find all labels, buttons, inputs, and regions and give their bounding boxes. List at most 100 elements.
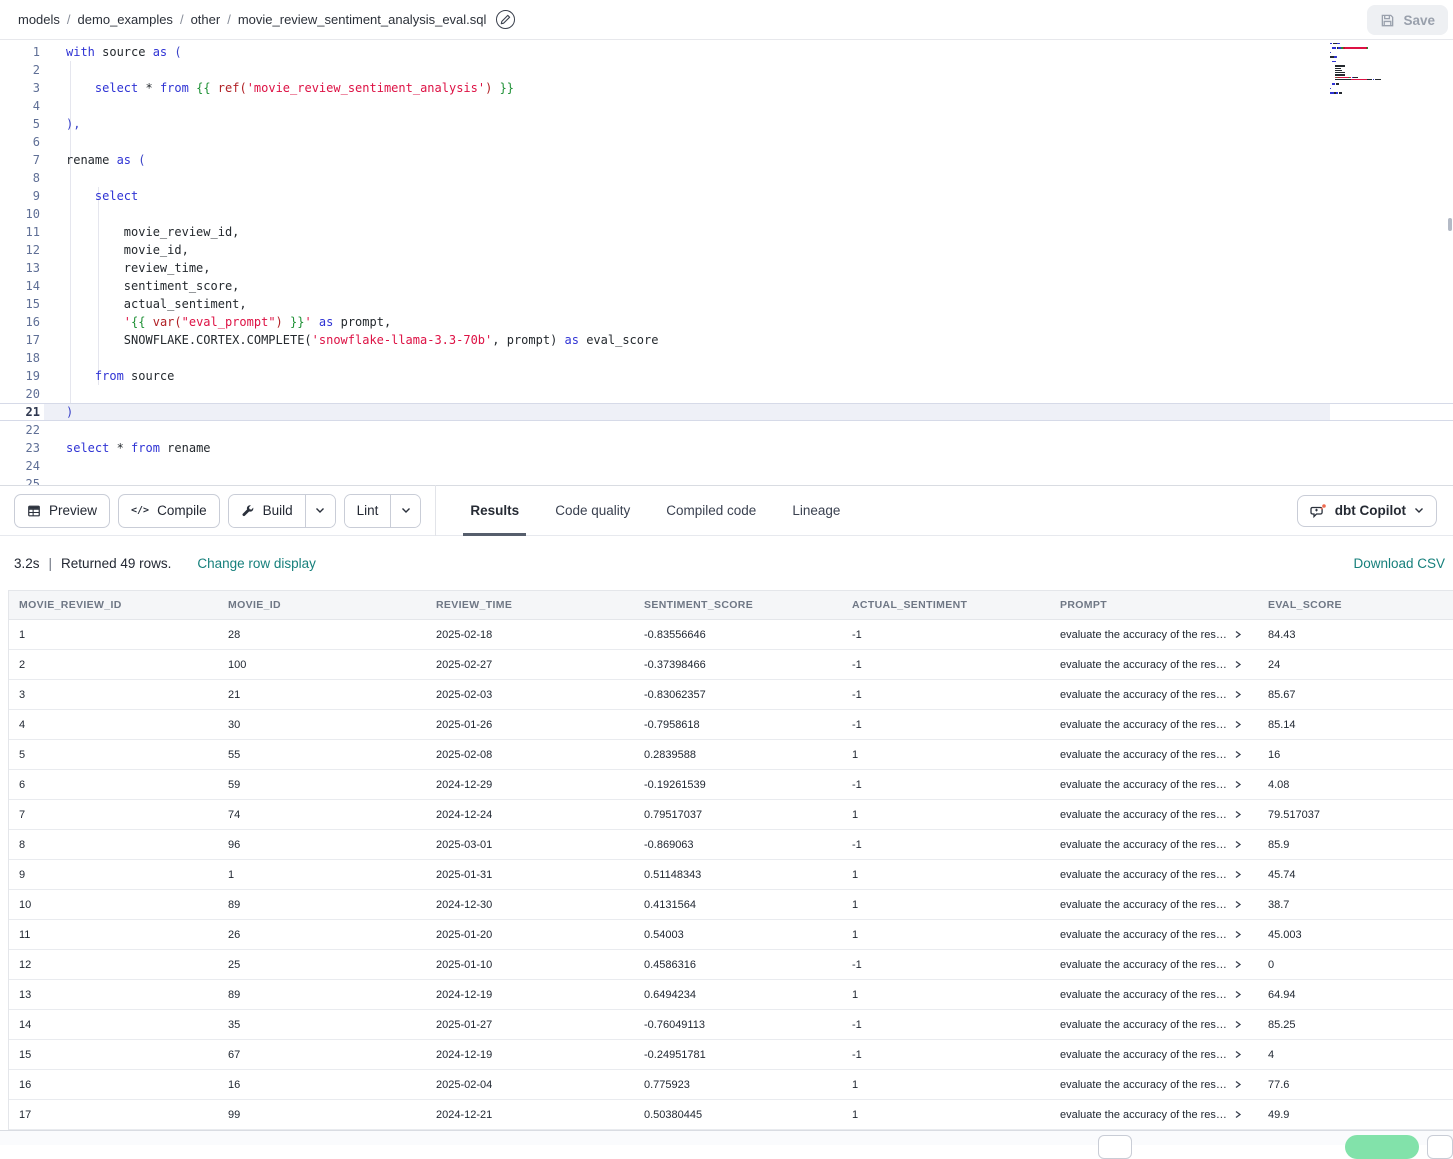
cell-movie-review-id: 16 [9, 1079, 218, 1091]
table-row: 15672024-12-19-0.24951781-1evaluate the … [9, 1040, 1453, 1070]
cell-movie-id: 21 [218, 689, 426, 701]
table-row: 17992024-12-210.503804451evaluate the ac… [9, 1100, 1453, 1130]
prompt-expand-icon[interactable] [1234, 960, 1242, 969]
preview-button[interactable]: Preview [14, 494, 110, 528]
line-number: 4 [0, 97, 40, 115]
cell-eval-score: 77.6 [1258, 1079, 1453, 1091]
cell-eval-score: 45.003 [1258, 929, 1453, 941]
tab-code-quality[interactable]: Code quality [537, 485, 648, 536]
cell-review-time: 2025-03-01 [426, 839, 634, 851]
column-header-actual-sentiment[interactable]: ACTUAL_SENTIMENT [842, 599, 1050, 611]
tab-results[interactable]: Results [452, 485, 537, 536]
prompt-expand-icon[interactable] [1234, 690, 1242, 699]
build-dropdown-button[interactable] [305, 495, 335, 527]
results-table: MOVIE_REVIEW_IDMOVIE_IDREVIEW_TIMESENTIM… [8, 590, 1453, 1130]
prompt-expand-icon[interactable] [1234, 660, 1242, 669]
cell-movie-id: 100 [218, 659, 426, 671]
table-row: 16162025-02-040.7759231evaluate the accu… [9, 1070, 1453, 1100]
code-line: 25 [0, 475, 1453, 485]
dbt-copilot-button[interactable]: dbt Copilot [1297, 495, 1437, 527]
code-line: 21) [0, 403, 1453, 421]
cell-eval-score: 0 [1258, 959, 1453, 971]
cell-movie-review-id: 8 [9, 839, 218, 851]
prompt-expand-icon[interactable] [1234, 1020, 1242, 1029]
cell-review-time: 2025-01-26 [426, 719, 634, 731]
cell-prompt: evaluate the accuracy of the res… [1050, 929, 1258, 941]
prompt-expand-icon[interactable] [1234, 900, 1242, 909]
breadcrumb-segment[interactable]: models [18, 12, 60, 27]
column-header-movie-review-id[interactable]: MOVIE_REVIEW_ID [9, 599, 218, 611]
prompt-expand-icon[interactable] [1234, 780, 1242, 789]
editor-scrollbar-thumb[interactable] [1448, 218, 1452, 231]
bottom-bar-status-pill[interactable] [1345, 1135, 1419, 1159]
cell-review-time: 2025-02-03 [426, 689, 634, 701]
tab-lineage[interactable]: Lineage [774, 485, 858, 536]
code-line: 12 movie_id, [0, 241, 1453, 259]
cell-actual-sentiment: 1 [842, 749, 1050, 761]
copilot-edit-icon[interactable] [496, 10, 515, 29]
table-row: 12252025-01-100.4586316-1evaluate the ac… [9, 950, 1453, 980]
code-line: 1with source as ( [0, 43, 1453, 61]
cell-eval-score: 84.43 [1258, 629, 1453, 641]
prompt-expand-icon[interactable] [1234, 630, 1242, 639]
cell-prompt: evaluate the accuracy of the res… [1050, 839, 1258, 851]
bottom-bar-button[interactable] [1098, 1135, 1132, 1159]
lint-label: Lint [357, 503, 379, 518]
prompt-expand-icon[interactable] [1234, 930, 1242, 939]
compile-button[interactable]: </> Compile [118, 494, 220, 528]
minimap[interactable] [1330, 43, 1442, 99]
cell-movie-id: 35 [218, 1019, 426, 1031]
cell-movie-id: 30 [218, 719, 426, 731]
cell-movie-id: 26 [218, 929, 426, 941]
save-icon [1380, 13, 1395, 28]
cell-movie-review-id: 10 [9, 899, 218, 911]
code-line: 11 movie_review_id, [0, 223, 1453, 241]
cell-review-time: 2025-02-27 [426, 659, 634, 671]
bottom-bar-button[interactable] [1427, 1135, 1453, 1159]
code-editor[interactable]: 1with source as (23 select * from {{ ref… [0, 40, 1453, 485]
code-line: 14 sentiment_score, [0, 277, 1453, 295]
line-number: 19 [0, 367, 40, 385]
prompt-expand-icon[interactable] [1234, 870, 1242, 879]
prompt-expand-icon[interactable] [1234, 720, 1242, 729]
prompt-expand-icon[interactable] [1234, 840, 1242, 849]
breadcrumb-segment[interactable]: movie_review_sentiment_analysis_eval.sql [238, 12, 487, 27]
prompt-expand-icon[interactable] [1234, 1050, 1242, 1059]
cell-movie-review-id: 4 [9, 719, 218, 731]
prompt-expand-icon[interactable] [1234, 1110, 1242, 1119]
cell-sentiment-score: 0.54003 [634, 929, 842, 941]
prompt-preview-text: evaluate the accuracy of the res… [1060, 869, 1227, 881]
column-header-prompt[interactable]: PROMPT [1050, 599, 1258, 611]
cell-eval-score: 79.517037 [1258, 809, 1453, 821]
column-header-eval-score[interactable]: EVAL_SCORE [1258, 599, 1453, 611]
lint-split-button: Lint [344, 494, 422, 528]
column-header-movie-id[interactable]: MOVIE_ID [218, 599, 426, 611]
breadcrumb-separator: / [227, 12, 231, 27]
line-number: 22 [0, 421, 40, 439]
cell-actual-sentiment: -1 [842, 839, 1050, 851]
prompt-preview-text: evaluate the accuracy of the res… [1060, 659, 1227, 671]
line-number: 9 [0, 187, 40, 205]
breadcrumb-segment[interactable]: other [191, 12, 221, 27]
cell-actual-sentiment: 1 [842, 899, 1050, 911]
lint-button[interactable]: Lint [345, 495, 391, 527]
prompt-preview-text: evaluate the accuracy of the res… [1060, 929, 1227, 941]
download-csv-link[interactable]: Download CSV [1353, 556, 1445, 571]
prompt-expand-icon[interactable] [1234, 750, 1242, 759]
breadcrumb-segment[interactable]: demo_examples [78, 12, 173, 27]
cell-prompt: evaluate the accuracy of the res… [1050, 719, 1258, 731]
tab-compiled-code[interactable]: Compiled code [648, 485, 774, 536]
prompt-preview-text: evaluate the accuracy of the res… [1060, 809, 1227, 821]
results-table-body: 1282025-02-18-0.83556646-1evaluate the a… [9, 620, 1453, 1130]
column-header-review-time[interactable]: REVIEW_TIME [426, 599, 634, 611]
prompt-expand-icon[interactable] [1234, 990, 1242, 999]
lint-dropdown-button[interactable] [390, 495, 420, 527]
line-number: 20 [0, 385, 40, 403]
cell-movie-review-id: 3 [9, 689, 218, 701]
column-header-sentiment-score[interactable]: SENTIMENT_SCORE [634, 599, 842, 611]
prompt-expand-icon[interactable] [1234, 810, 1242, 819]
change-row-display-link[interactable]: Change row display [197, 556, 316, 571]
prompt-expand-icon[interactable] [1234, 1080, 1242, 1089]
build-button[interactable]: Build [229, 495, 305, 527]
save-button[interactable]: Save [1367, 5, 1448, 35]
